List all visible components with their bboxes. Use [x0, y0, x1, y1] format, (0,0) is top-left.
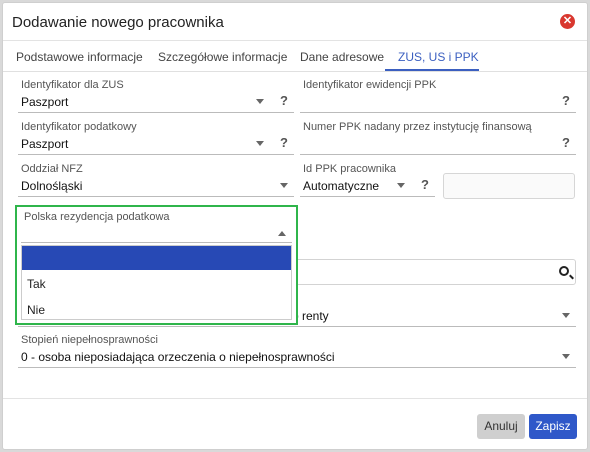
search-icon[interactable]	[559, 266, 569, 276]
chevron-down-icon[interactable]	[256, 141, 264, 146]
ppk-number-field[interactable]: Numer PPK nadany przez instytucję finans…	[300, 121, 576, 155]
option-tak[interactable]: Tak	[22, 272, 291, 296]
ppk-employee-id-value: Automatyczne	[303, 179, 380, 193]
ppk-employee-id-select[interactable]: Id PPK pracownika Automatyczne ?	[300, 163, 435, 197]
disability-value: 0 - osoba nieposiadająca orzeczenia o ni…	[21, 350, 335, 364]
tab-zus-us-ppk[interactable]: ZUS, US i PPK	[398, 50, 479, 64]
option-empty[interactable]	[22, 246, 291, 270]
ppk-employee-id-label: Id PPK pracownika	[303, 163, 396, 175]
residency-select[interactable]	[21, 223, 292, 243]
zus-id-select[interactable]: Identyfikator dla ZUS Paszport ?	[18, 79, 294, 113]
nfz-value: Dolnośląski	[21, 179, 83, 193]
cancel-button[interactable]: Anuluj	[477, 414, 525, 439]
ppk-number-input[interactable]: ?	[300, 133, 576, 155]
tax-id-label: Identyfikator podatkowy	[21, 121, 137, 133]
save-button[interactable]: Zapisz	[529, 414, 577, 439]
ppk-employee-id-box[interactable]: Automatyczne ?	[300, 175, 435, 197]
option-nie[interactable]: Nie	[22, 298, 291, 322]
chevron-down-icon[interactable]	[562, 354, 570, 359]
tab-basic-info[interactable]: Podstawowe informacje	[16, 50, 143, 64]
dialog-footer: Anuluj Zapisz	[3, 398, 587, 449]
tab-address[interactable]: Dane adresowe	[300, 50, 384, 64]
help-icon[interactable]: ?	[280, 135, 288, 150]
search-input[interactable]	[293, 259, 576, 285]
zus-id-box[interactable]: Paszport ?	[18, 91, 294, 113]
dialog-header: Dodawanie nowego pracownika ✕	[3, 3, 587, 41]
help-icon[interactable]: ?	[421, 177, 429, 192]
active-tab-indicator	[385, 69, 479, 71]
tax-id-select[interactable]: Identyfikator podatkowy Paszport ?	[18, 121, 294, 155]
residency-options-list: Tak Nie	[21, 245, 292, 320]
close-icon[interactable]: ✕	[560, 14, 575, 29]
dialog-title: Dodawanie nowego pracownika	[12, 14, 224, 31]
help-icon[interactable]: ?	[562, 93, 570, 108]
residency-dropdown[interactable]: Polska rezydencja podatkowa Tak Nie	[15, 205, 298, 325]
ppk-register-id-field[interactable]: Identyfikator ewidencji PPK ?	[300, 79, 576, 113]
help-icon[interactable]: ?	[280, 93, 288, 108]
tax-id-box[interactable]: Paszport ?	[18, 133, 294, 155]
zus-id-value: Paszport	[21, 95, 69, 109]
nfz-label: Oddział NFZ	[21, 163, 83, 175]
chevron-down-icon[interactable]	[562, 313, 570, 318]
ppk-register-id-label: Identyfikator ewidencji PPK	[303, 79, 437, 91]
dialog: Dodawanie nowego pracownika ✕ Podstawowe…	[2, 2, 588, 450]
chevron-up-icon[interactable]	[278, 231, 286, 236]
chevron-down-icon[interactable]	[256, 99, 264, 104]
ppk-employee-id-input	[443, 173, 575, 199]
residency-label: Polska rezydencja podatkowa	[24, 211, 170, 223]
disability-label: Stopień niepełnosprawności	[21, 334, 158, 346]
ppk-register-id-input[interactable]: ?	[300, 91, 576, 113]
tab-bar: Podstawowe informacje Szczegółowe inform…	[3, 41, 587, 72]
zus-id-label: Identyfikator dla ZUS	[21, 79, 124, 91]
chevron-down-icon[interactable]	[280, 183, 288, 188]
chevron-down-icon[interactable]	[397, 183, 405, 188]
tab-detailed-info[interactable]: Szczegółowe informacje	[158, 50, 287, 64]
nfz-box[interactable]: Dolnośląski	[18, 175, 294, 197]
ppk-number-label: Numer PPK nadany przez instytucję finans…	[303, 121, 532, 133]
nfz-select[interactable]: Oddział NFZ Dolnośląski	[18, 163, 294, 197]
help-icon[interactable]: ?	[562, 135, 570, 150]
disability-select[interactable]: Stopień niepełnosprawności 0 - osoba nie…	[18, 334, 576, 368]
disability-box[interactable]: 0 - osoba nieposiadająca orzeczenia o ni…	[18, 346, 576, 368]
tax-id-value: Paszport	[21, 137, 69, 151]
